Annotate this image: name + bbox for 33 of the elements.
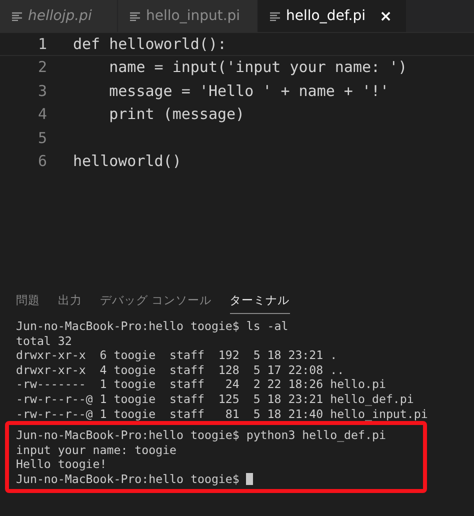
terminal-line: -rw-r--r--@ 1 toogie staff 125 5 18 23:21 hello_def.pi xyxy=(16,392,415,407)
terminal-line: Hello toogie! xyxy=(16,457,107,472)
terminal-line: Jun-no-MacBook-Pro:hello toogie$ ls -al xyxy=(16,319,290,334)
file-lines-icon xyxy=(12,12,22,20)
code-line: print (message) xyxy=(108,105,245,124)
file-lines-icon xyxy=(130,12,140,20)
line-number: 5 xyxy=(36,128,48,147)
file-lines-icon xyxy=(270,12,280,20)
terminal-line: input your name: toogie xyxy=(16,442,177,458)
panel-tab[interactable]: 出力 xyxy=(58,293,82,313)
panel-tab[interactable]: ターミナル xyxy=(230,293,290,314)
terminal-line: total 32 xyxy=(16,334,73,348)
editor-tab[interactable]: hello_def.pi × xyxy=(258,0,408,32)
terminal-line: Jun-no-MacBook-Pro:hello toogie$ python3 hello_def.pi xyxy=(16,428,386,443)
line-number: 3 xyxy=(36,82,48,100)
code-line: message = 'Hello ' + name + '!' xyxy=(108,82,390,100)
line-number: 1 xyxy=(36,34,48,53)
terminal-line: drwxr-xr-x 4 toogie staff 128 5 17 22:08 .. xyxy=(16,362,346,378)
terminal-line: drwxr-xr-x 6 toogie staff 192 5 18 23:21 . xyxy=(16,348,338,363)
panel-tab[interactable]: デバッグ コンソール xyxy=(100,293,212,313)
close-icon[interactable]: × xyxy=(379,7,392,25)
line-number: 2 xyxy=(36,58,48,76)
panel-tab[interactable]: 問題 xyxy=(16,293,40,313)
code-line: def helloworld(): xyxy=(73,34,227,53)
terminal-line: -rw------- 1 toogie staff 24 2 22 18:26 hello.pi xyxy=(16,377,387,392)
editor-tab[interactable]: hello_input.pi xyxy=(118,0,258,32)
line-number: 6 xyxy=(36,152,48,170)
terminal-line: -rw-r--r--@ 1 toogie staff 81 5 18 21:40 hello_input.pi xyxy=(16,406,429,422)
line-number: 4 xyxy=(36,105,48,124)
terminal-line: Jun-no-MacBook-Pro:hello toogie$ xyxy=(16,472,240,487)
editor-tab[interactable]: hellojp.pi xyxy=(0,0,118,32)
code-line: name = input('input your name: ') xyxy=(108,58,408,76)
code-line: helloworld() xyxy=(73,152,182,170)
